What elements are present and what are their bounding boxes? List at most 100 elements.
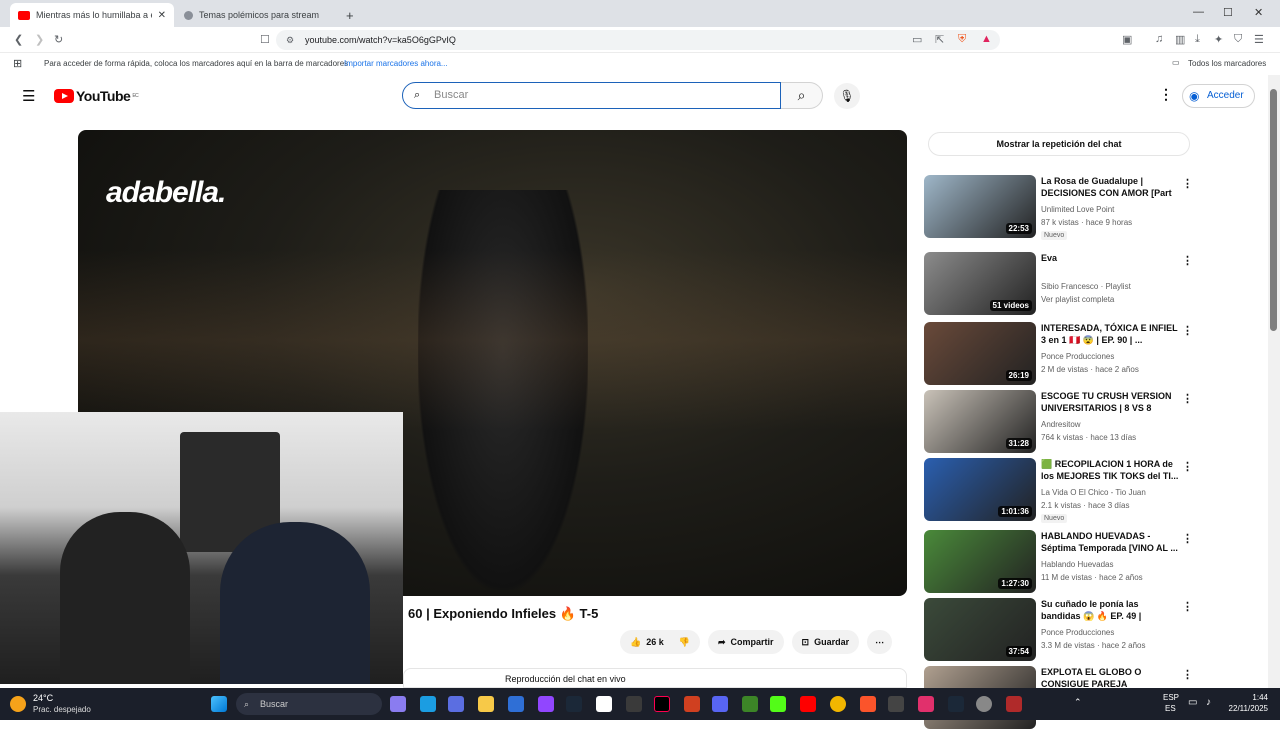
reload-icon[interactable]: ↻ [54,33,63,46]
recommendation-channel[interactable]: Ponce Producciones [1041,351,1114,362]
taskbar-search[interactable]: ⌕ Buscar [236,693,382,715]
rewards-icon[interactable]: ▲ [981,33,992,45]
tab-inactive[interactable]: Temas polémicos para stream [176,3,336,27]
clock-time[interactable]: 1:44 [1224,693,1268,702]
tab-active[interactable]: Mientras más lo humillaba a él n ✕ [10,3,174,27]
more-icon[interactable]: ⋮ [1182,254,1193,267]
import-bookmarks-link[interactable]: Importar marcadores ahora... [344,59,448,68]
scrollbar-thumb[interactable] [1270,89,1277,331]
windows-start-icon[interactable] [211,696,227,712]
more-actions-button[interactable]: ⋯ [867,630,893,654]
tray-chevron-icon[interactable]: ⌃ [1074,697,1082,708]
recommendation-thumbnail[interactable]: 22:53 [924,175,1036,238]
close-window-icon[interactable]: ✕ [1254,6,1263,19]
tiktok-icon[interactable] [654,696,670,712]
back-icon[interactable]: ❮ [14,33,23,46]
menu-icon[interactable]: ☰ [1254,33,1264,46]
minecraft-icon[interactable] [742,696,758,712]
signin-button[interactable]: ◉ Acceder [1182,84,1255,108]
recommendation-title[interactable]: INTERESADA, TÓXICA E INFIEL 3 en 1 🇵🇪 😨 … [1041,322,1179,346]
obs-icon[interactable] [626,696,642,712]
media-icon[interactable]: ♫ [1155,33,1163,45]
like-button[interactable]: 👍 26 k 👎 [620,630,700,654]
more-icon[interactable]: ⋮ [1182,460,1193,473]
save-button[interactable]: ⊡ Guardar [791,630,860,654]
more-icon[interactable]: ⋮ [1182,324,1193,337]
recommendation-thumbnail[interactable]: 1:01:36 [924,458,1036,521]
more-icon[interactable]: ⋮ [1182,177,1193,190]
capcut-icon[interactable] [596,696,612,712]
settings-icon[interactable] [976,696,992,712]
recommendation-channel[interactable]: Ponce Producciones [1041,627,1114,638]
sidebar-icon[interactable]: ▣ [1122,33,1132,46]
file-explorer-icon[interactable] [478,696,494,712]
steam-icon[interactable] [566,696,582,712]
app-icon[interactable] [508,696,524,712]
url-field[interactable]: ⚙ youtube.com/watch?v=ka5O6gGPvIQ [276,30,1000,50]
bookmark-icon[interactable]: ☐ [260,33,270,46]
more-icon[interactable]: ⋮ [1182,392,1193,405]
page-scrollbar[interactable] [1268,75,1280,688]
share-button[interactable]: ➦ Compartir [707,630,784,654]
app-icon[interactable] [1006,696,1022,712]
more-icon[interactable]: ⋮ [1182,532,1193,545]
extensions-icon[interactable]: ✦ [1214,33,1223,46]
recommendation-title[interactable]: EXPLOTA EL GLOBO O CONSIGUE PAREJA [1041,666,1179,690]
brave-icon[interactable] [860,696,876,712]
recommendation-title[interactable]: ESCOGE TU CRUSH VERSION UNIVERSITARIOS |… [1041,390,1179,414]
search-input[interactable]: ⌕ Buscar [402,82,781,109]
steam-icon[interactable] [948,696,964,712]
chrome-icon[interactable] [830,696,846,712]
copilot-icon[interactable] [390,696,406,712]
thumbs-down-icon[interactable]: 👎 [679,637,690,648]
youtube-logo[interactable]: YouTube EC [54,88,139,104]
store-icon[interactable] [448,696,464,712]
recommendation-thumbnail[interactable]: 1:27:30 [924,530,1036,593]
more-icon[interactable]: ⋮ [1182,600,1193,613]
app-f-icon[interactable] [684,696,700,712]
share-icon[interactable]: ⇱ [935,33,944,46]
recommendation-channel[interactable]: Unlimited Love Point [1041,204,1114,215]
edge-icon[interactable] [420,696,436,712]
site-info-icon[interactable]: ⚙ [286,30,294,50]
recommendation-title[interactable]: La Rosa de Guadalupe | DECISIONES CON AM… [1041,175,1179,199]
recommendation-channel[interactable]: Andresitow [1041,419,1081,430]
network-icon[interactable]: ▭ [1188,697,1197,708]
recommendation-thumbnail[interactable]: 26:19 [924,322,1036,385]
vpn-icon[interactable]: ⛉ [1234,33,1242,46]
recommendation-channel[interactable]: Sibio Francesco · Playlist [1041,281,1131,292]
recommendation-channel[interactable]: Hablando Huevadas [1041,559,1114,570]
recommendation-thumbnail[interactable]: 37:54 [924,598,1036,661]
search-button[interactable]: ⌕ [781,82,823,109]
more-icon[interactable]: ⋮ [1182,668,1193,681]
apps-icon[interactable]: ⊞ [13,57,22,70]
recommendation-title[interactable]: 🟩 RECOPILACION 1 HORA de los MEJORES TIK… [1041,458,1179,482]
recommendation-thumbnail[interactable]: 51 videos [924,252,1036,315]
recommendation-title[interactable]: HABLANDO HUEVADAS - Séptima Temporada [V… [1041,530,1179,554]
minimize-icon[interactable]: — [1193,6,1204,18]
show-chat-replay-button[interactable]: Mostrar la repetición del chat [928,132,1190,156]
cast-icon[interactable]: ▭ [912,33,922,46]
close-tab-icon[interactable]: ✕ [152,10,166,21]
voice-search-icon[interactable]: 🎙 [834,83,860,109]
youtube-icon[interactable] [800,696,816,712]
recommendation-title[interactable]: Eva [1041,252,1179,264]
recommendation-title[interactable]: Su cuñado le ponía las bandidas 😱 🔥 EP. … [1041,598,1179,622]
weather-icon[interactable] [10,696,26,712]
all-bookmarks[interactable]: Todos los marcadores [1188,59,1266,68]
discord-icon[interactable] [712,696,728,712]
twitch-icon[interactable] [538,696,554,712]
hamburger-icon[interactable]: ☰ [22,87,35,105]
recommendation-channel[interactable]: La Vida O El Chico - Tio Juan [1041,487,1146,498]
kick-icon[interactable] [770,696,786,712]
language-indicator[interactable]: ESP [1163,693,1179,702]
instagram-icon[interactable] [918,696,934,712]
app-icon[interactable] [888,696,904,712]
download-icon[interactable]: ⤓ [1195,33,1200,46]
maximize-icon[interactable]: ☐ [1223,6,1233,19]
recommendation-thumbnail[interactable]: 31:28 [924,390,1036,453]
reader-icon[interactable]: ▥ [1175,33,1185,46]
new-tab-button[interactable]: + [338,3,362,27]
volume-icon[interactable]: ♪ [1206,697,1211,708]
more-options-icon[interactable]: ⋮ [1159,86,1173,103]
